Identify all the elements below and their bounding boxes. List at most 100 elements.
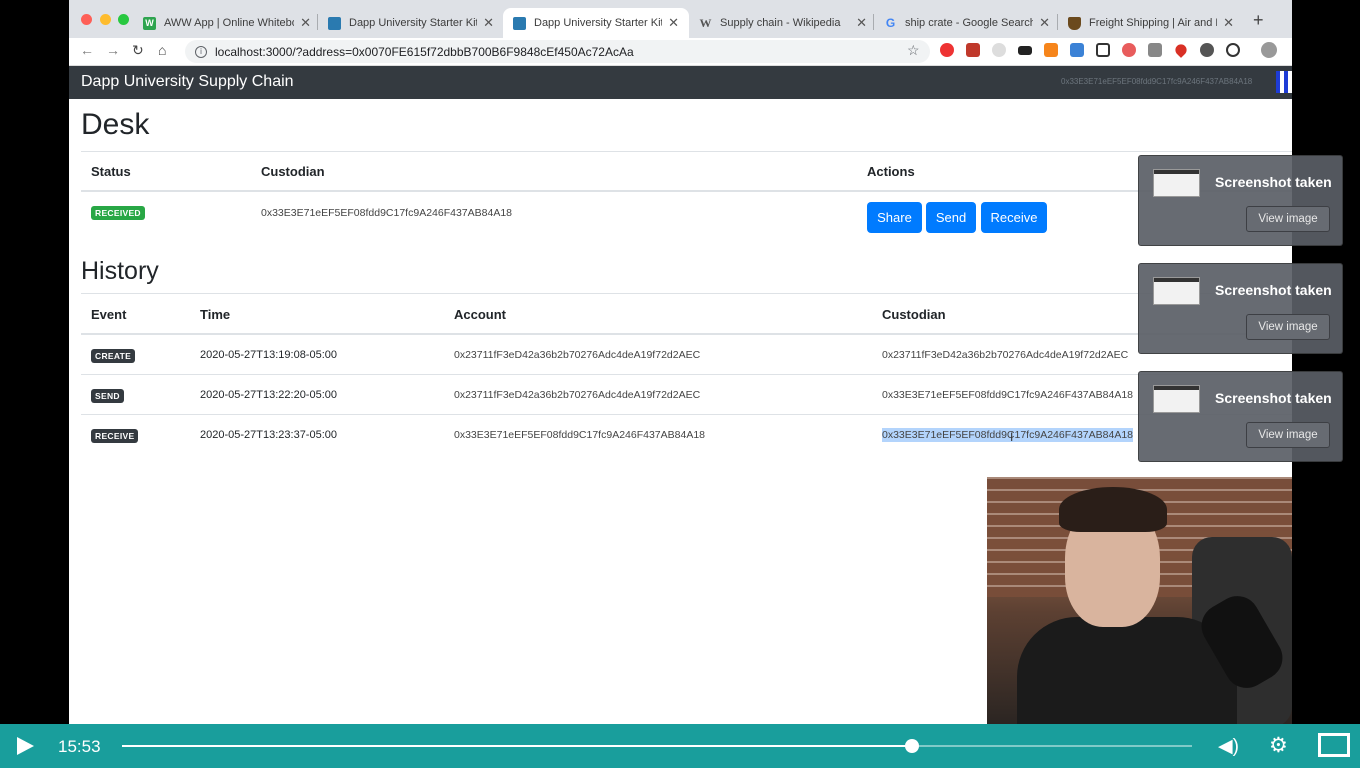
seek-handle[interactable] xyxy=(904,739,919,753)
browser-toolbar: ← → ↻ ⌂ i localhost:3000/?address=0x0070… xyxy=(69,38,1292,66)
desk-heading: Desk xyxy=(81,108,150,141)
history-custodian-selected[interactable]: 0x33E3E71eEF5EF08fdd9C17fc9A246F437AB84A… xyxy=(882,428,1134,442)
volume-icon[interactable]: ◀) xyxy=(1218,735,1239,758)
history-custodian: 0x33E3E71eEF5EF08fdd9C17fc9A246F437AB84A… xyxy=(882,389,1134,401)
browser-tab[interactable]: G ship crate - Google Search ✕ xyxy=(874,8,1060,38)
info-extension-icon[interactable] xyxy=(1226,43,1240,57)
view-image-button[interactable]: View image xyxy=(1246,206,1330,232)
wikipedia-favicon-icon: W xyxy=(699,15,712,30)
table-header-divider xyxy=(81,190,1292,192)
tab-title: Supply chain - Wikipedia xyxy=(720,17,841,29)
forward-arrow-icon[interactable]: → xyxy=(106,42,120,58)
extension-icon[interactable] xyxy=(992,43,1006,57)
current-time: 15:53 xyxy=(58,737,101,756)
divider xyxy=(81,293,1292,294)
history-time: 2020-05-27T13:23:37-05:00 xyxy=(200,429,337,441)
minimize-window-button[interactable] xyxy=(100,14,111,25)
browser-tab[interactable]: W Supply chain - Wikipedia ✕ xyxy=(689,8,877,38)
close-tab-icon[interactable]: ✕ xyxy=(1039,15,1050,31)
history-column-custodian: Custodian xyxy=(882,307,946,322)
bookmark-star-icon[interactable]: ☆ xyxy=(907,42,920,59)
close-tab-icon[interactable]: ✕ xyxy=(856,15,867,31)
screenshot-thumbnail[interactable] xyxy=(1153,169,1200,197)
browser-tab-active[interactable]: Dapp University Starter Kit ✕ xyxy=(503,8,689,38)
close-tab-icon[interactable]: ✕ xyxy=(483,15,494,31)
fullscreen-icon[interactable] xyxy=(1318,733,1350,757)
google-favicon-icon: G xyxy=(885,16,896,30)
browser-tab[interactable]: Dapp University Starter Kit ✕ xyxy=(318,8,504,38)
dapp-favicon-icon xyxy=(513,16,526,30)
history-column-event: Event xyxy=(91,307,127,322)
seek-bar[interactable] xyxy=(122,739,1192,753)
history-time: 2020-05-27T13:19:08-05:00 xyxy=(200,349,337,361)
desk-custodian-address: 0x33E3E71eEF5EF08fdd9C17fc9A246F437AB84A… xyxy=(261,207,513,219)
back-arrow-icon[interactable]: ← xyxy=(80,42,94,58)
table-header-divider xyxy=(81,333,1292,335)
presenter-hair xyxy=(1059,487,1167,532)
new-tab-plus-icon[interactable]: + xyxy=(1253,10,1264,31)
video-player: W AWW App | Online Whiteboard ✕ Dapp Uni… xyxy=(0,0,1360,768)
tab-title: Dapp University Starter Kit xyxy=(349,17,478,29)
address-bar[interactable]: i localhost:3000/?address=0x0070FE615f72… xyxy=(185,40,930,63)
ups-favicon-icon xyxy=(1068,16,1081,30)
screenshot-toast: Screenshot taken View image xyxy=(1138,371,1343,462)
video-camera-icon[interactable] xyxy=(1018,46,1032,55)
extension-icon[interactable] xyxy=(1200,43,1214,57)
address-bar-url: localhost:3000/?address=0x0070FE615f72db… xyxy=(215,44,634,59)
history-account: 0x23711fF3eD42a36b2b70276Adc4deA19f72d2A… xyxy=(454,389,701,401)
browser-tab[interactable]: W AWW App | Online Whiteboard ✕ xyxy=(133,8,321,38)
heart-extension-icon[interactable] xyxy=(1173,42,1189,58)
close-tab-icon[interactable]: ✕ xyxy=(1223,15,1234,31)
screenshot-toast: Screenshot taken View image xyxy=(1138,263,1343,354)
event-badge: RECEIVE xyxy=(91,429,139,443)
close-window-button[interactable] xyxy=(81,14,92,25)
history-account: 0x33E3E71eEF5EF08fdd9C17fc9A246F437AB84A… xyxy=(454,429,706,441)
screenshot-thumbnail[interactable] xyxy=(1153,277,1200,305)
share-button[interactable]: Share xyxy=(867,202,922,233)
play-icon[interactable] xyxy=(17,737,34,755)
home-icon[interactable]: ⌂ xyxy=(158,42,166,58)
app-navbar: Dapp University Supply Chain 0x33E3E71eE… xyxy=(69,66,1292,99)
settings-gear-icon[interactable]: ⚙ xyxy=(1269,733,1288,758)
screenshot-thumbnail[interactable] xyxy=(1153,385,1200,413)
history-column-time: Time xyxy=(200,307,231,322)
view-image-button[interactable]: View image xyxy=(1246,422,1330,448)
close-tab-icon[interactable]: ✕ xyxy=(668,15,679,31)
extension-icon[interactable] xyxy=(1122,43,1136,57)
extension-icon[interactable] xyxy=(966,43,980,57)
tab-title: Dapp University Starter Kit xyxy=(534,17,663,29)
extension-icon[interactable] xyxy=(1070,43,1084,57)
history-account: 0x23711fF3eD42a36b2b70276Adc4deA19f72d2A… xyxy=(454,349,701,361)
whiteboard-favicon-icon: W xyxy=(143,16,156,30)
maximize-window-button[interactable] xyxy=(118,14,129,25)
player-controls: 15:53 ◀) ⚙ xyxy=(0,724,1360,768)
tab-title: ship crate - Google Search xyxy=(905,17,1034,29)
send-button[interactable]: Send xyxy=(926,202,976,233)
reload-icon[interactable]: ↻ xyxy=(132,42,144,59)
nav-account-address: 0x33E3E71eEF5EF08fdd9C17fc9A246F437AB84A… xyxy=(1061,77,1253,86)
app-brand[interactable]: Dapp University Supply Chain xyxy=(81,73,294,91)
seek-bar-progress xyxy=(122,745,912,747)
text-extension-icon[interactable] xyxy=(1096,43,1110,57)
profile-avatar-icon[interactable] xyxy=(1261,42,1277,58)
row-divider xyxy=(81,414,1292,415)
text-cursor-icon: I xyxy=(1010,430,1014,444)
status-badge: RECEIVED xyxy=(91,206,145,220)
adblock-extension-icon[interactable] xyxy=(940,43,954,57)
browser-tab[interactable]: Freight Shipping | Air and Mo ✕ xyxy=(1058,8,1244,38)
history-heading: History xyxy=(81,257,159,285)
screenshot-toast: Screenshot taken View image xyxy=(1138,155,1343,246)
dapp-favicon-icon xyxy=(328,16,341,30)
metamask-fox-icon[interactable] xyxy=(1044,43,1058,57)
desk-column-custodian: Custodian xyxy=(261,164,325,179)
history-column-account: Account xyxy=(454,307,506,322)
event-badge: CREATE xyxy=(91,349,136,363)
close-tab-icon[interactable]: ✕ xyxy=(300,15,311,31)
site-info-icon[interactable]: i xyxy=(195,45,207,58)
toast-title: Screenshot taken xyxy=(1215,390,1332,406)
desk-column-actions: Actions xyxy=(867,164,915,179)
tab-title: Freight Shipping | Air and Mo xyxy=(1089,17,1218,29)
view-image-button[interactable]: View image xyxy=(1246,314,1330,340)
receive-button[interactable]: Receive xyxy=(981,202,1047,233)
extension-icon[interactable] xyxy=(1148,43,1162,57)
